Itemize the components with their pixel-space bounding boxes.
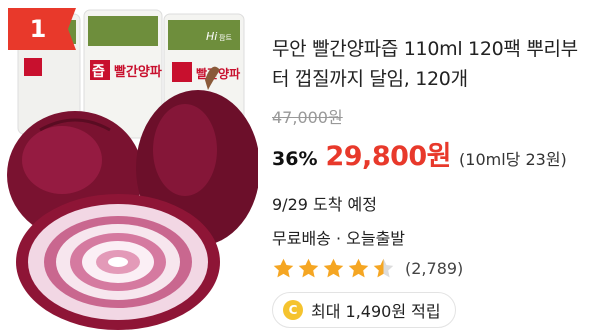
rank-badge: 1	[8, 8, 76, 50]
coin-icon: C	[283, 300, 303, 320]
shipping-info: 무료배송 · 오늘출발	[272, 229, 406, 248]
review-count[interactable]: (2,789)	[405, 259, 463, 278]
price-row: 36% 29,800원 (10ml당 23원)	[272, 134, 592, 173]
delivery-date: 9/29 도착 예정	[272, 195, 377, 214]
rating-row: (2,789)	[272, 257, 592, 280]
brand-suffix-text: 팜트	[219, 33, 232, 42]
points-text: 최대 1,490원 적립	[311, 302, 441, 321]
star-icon	[373, 258, 394, 278]
star-icon	[323, 258, 344, 278]
cut-onion-half	[16, 194, 220, 330]
star-icon	[273, 258, 294, 278]
star-icon	[298, 258, 319, 278]
rank-number: 1	[29, 15, 47, 43]
onion-juice-photo: 빨간양파 즙 Hi 팜트 빨간양파	[7, 9, 258, 330]
original-price: 47,000원	[272, 108, 343, 127]
product-info: 무안 빨간양파즙 110ml 120팩 뿌리부터 껍질까지 달임, 120개 4…	[272, 34, 592, 328]
pouch-label-text: 즙	[92, 64, 105, 80]
pouch-name-text: 빨간양파	[114, 64, 162, 80]
brand-mark-text: Hi	[206, 30, 217, 43]
star-icon	[348, 258, 369, 278]
star-rating	[272, 257, 397, 280]
sale-price: 29,800원	[325, 141, 452, 172]
product-image[interactable]: 빨간양파 즙 Hi 팜트 빨간양파 1	[0, 0, 258, 335]
unit-price: (10ml당 23원)	[459, 150, 567, 169]
points-badge: C 최대 1,490원 적립	[272, 292, 456, 328]
discount-rate: 36%	[272, 148, 318, 170]
product-title[interactable]: 무안 빨간양파즙 110ml 120팩 뿌리부터 껍질까지 달임, 120개	[272, 34, 592, 94]
